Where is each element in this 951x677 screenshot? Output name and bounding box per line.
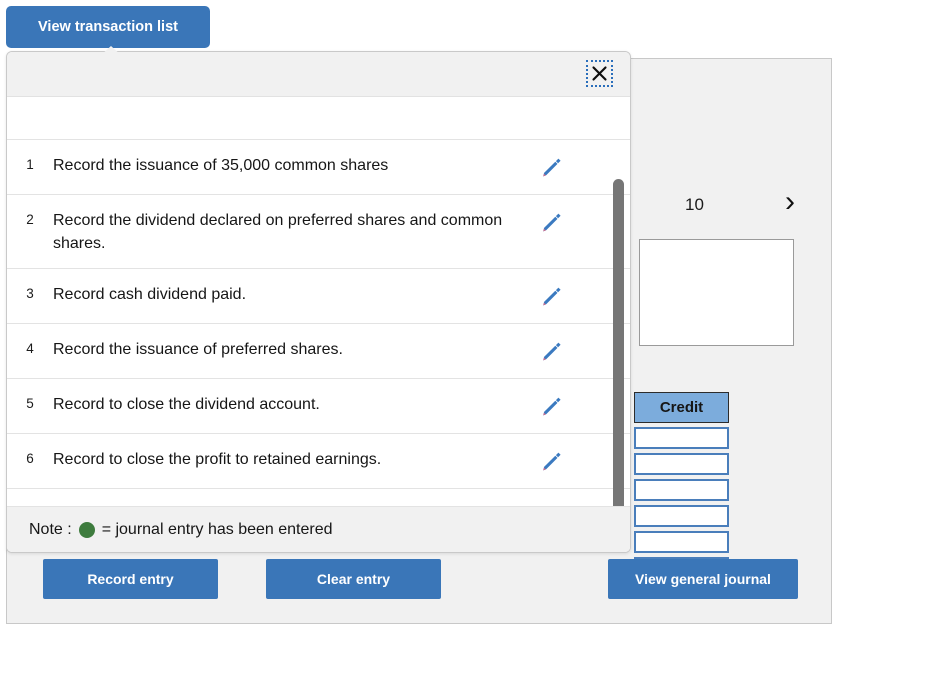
pencil-icon[interactable] xyxy=(523,338,579,365)
credit-cell[interactable] xyxy=(634,531,729,553)
pencil-icon[interactable] xyxy=(523,209,579,236)
credit-column-header: Credit xyxy=(634,392,729,423)
transaction-description: Record to close the dividend account. xyxy=(53,396,320,413)
transaction-scroll-area: 1 Record the issuance of 35,000 common s… xyxy=(7,97,630,506)
transaction-number: 1 xyxy=(26,157,34,172)
table-row[interactable]: 7 Record the dividend declared on prefer… xyxy=(7,489,630,506)
transaction-description: Record the issuance of 35,000 common sha… xyxy=(53,157,389,174)
table-row[interactable]: 4 Record the issuance of preferred share… xyxy=(7,324,630,379)
transaction-number: 5 xyxy=(26,396,34,411)
modal-scrollbar[interactable] xyxy=(610,97,626,551)
transaction-number: 2 xyxy=(26,212,34,227)
credit-cell[interactable] xyxy=(634,505,729,527)
table-row[interactable]: 5 Record to close the dividend account. xyxy=(7,379,630,434)
modal-body: 1 Record the issuance of 35,000 common s… xyxy=(7,97,630,552)
view-general-journal-button[interactable]: View general journal xyxy=(608,559,798,599)
credit-cell[interactable] xyxy=(634,453,729,475)
pagination-page-label: 10 xyxy=(685,195,704,214)
note-suffix-label: = journal entry has been entered xyxy=(101,521,333,538)
pencil-icon[interactable] xyxy=(523,448,579,475)
table-row[interactable]: 2 Record the dividend declared on prefer… xyxy=(7,195,630,269)
table-row[interactable]: 3 Record cash dividend paid. xyxy=(7,269,630,324)
tab-view-transaction-list[interactable]: View transaction list xyxy=(6,6,210,48)
scrollbar-thumb[interactable] xyxy=(613,179,624,551)
close-x-icon[interactable] xyxy=(586,60,613,87)
transaction-number: 3 xyxy=(26,286,34,301)
transaction-description: Record the dividend declared on preferre… xyxy=(53,212,503,252)
modal-header xyxy=(7,52,630,97)
memo-textbox[interactable] xyxy=(639,239,794,346)
transaction-description: Record cash dividend paid. xyxy=(53,286,247,303)
pagination-controls: 10 › xyxy=(637,187,817,231)
footer-actions: Record entry Clear entry View general jo… xyxy=(6,556,832,624)
transaction-description: Record to close the profit to retained e… xyxy=(53,451,382,468)
clear-entry-button[interactable]: Clear entry xyxy=(266,559,441,599)
tab-pointer-arrow xyxy=(100,46,122,56)
credit-column: Credit xyxy=(634,392,729,579)
table-row[interactable]: 1 Record the issuance of 35,000 common s… xyxy=(7,139,630,195)
record-entry-button[interactable]: Record entry xyxy=(43,559,218,599)
pencil-icon[interactable] xyxy=(523,283,579,310)
transaction-list-modal: 1 Record the issuance of 35,000 common s… xyxy=(6,51,631,553)
credit-cell[interactable] xyxy=(634,427,729,449)
transaction-description: Record the issuance of preferred shares. xyxy=(53,341,343,358)
table-row[interactable]: 6 Record to close the profit to retained… xyxy=(7,434,630,489)
pencil-icon[interactable] xyxy=(523,154,579,181)
chevron-right-icon[interactable]: › xyxy=(785,187,795,217)
credit-cell[interactable] xyxy=(634,479,729,501)
pencil-icon[interactable] xyxy=(523,393,579,420)
transaction-number: 6 xyxy=(26,451,34,466)
modal-note: Note : = journal entry has been entered xyxy=(7,506,630,552)
transaction-number: 4 xyxy=(26,341,34,356)
green-dot-icon xyxy=(78,522,95,538)
transaction-list: 1 Record the issuance of 35,000 common s… xyxy=(7,139,630,506)
note-prefix-label: Note : xyxy=(29,521,72,538)
